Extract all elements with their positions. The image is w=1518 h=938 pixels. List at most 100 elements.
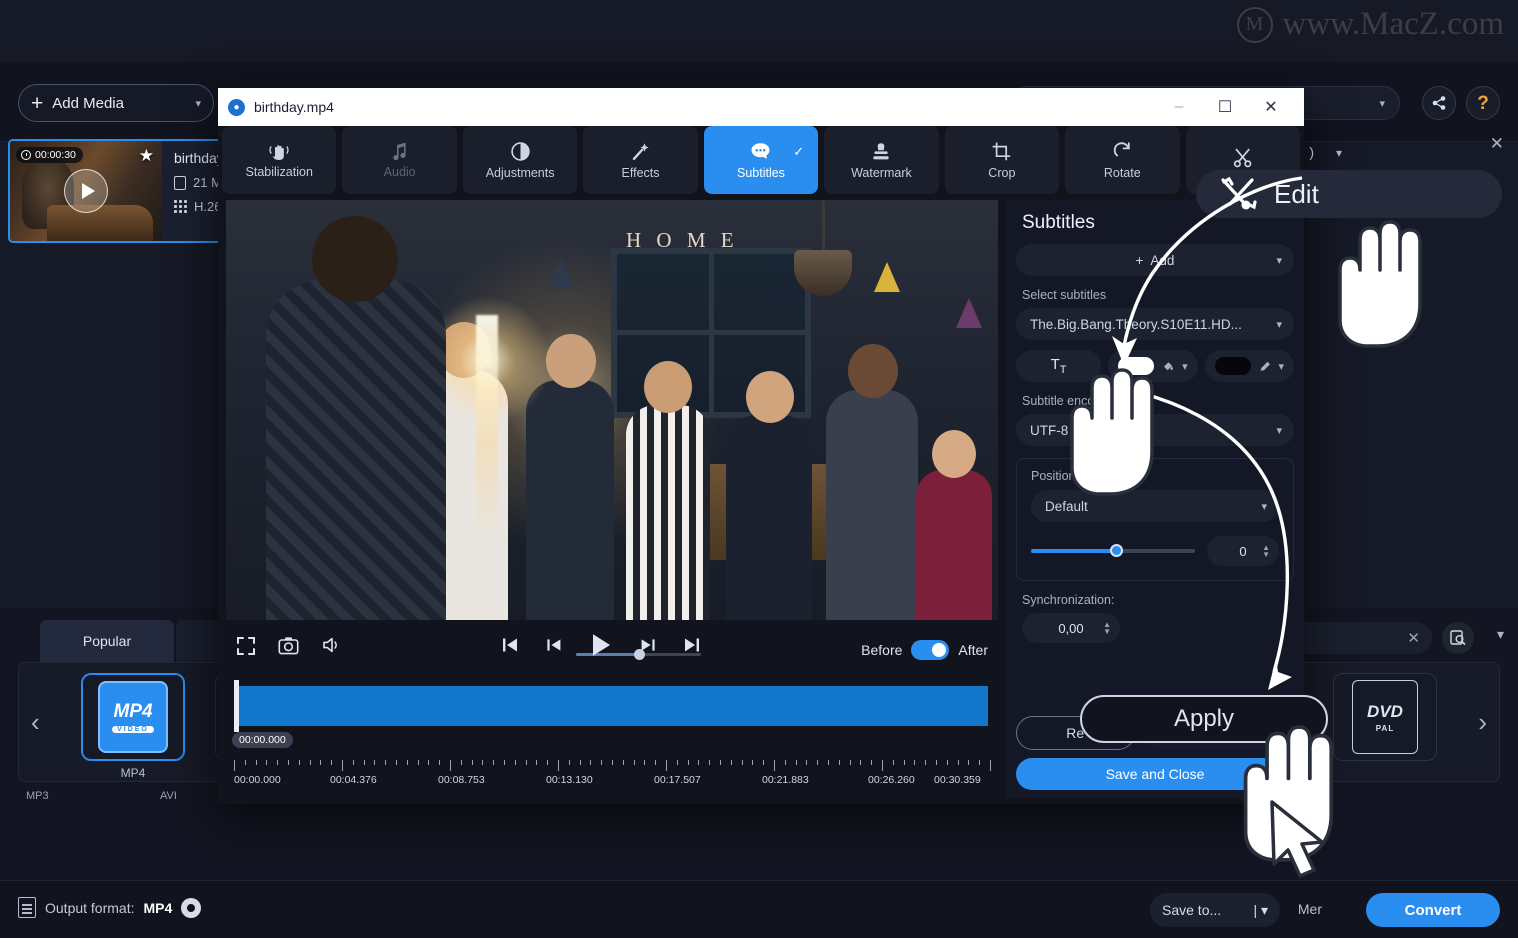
add-subtitles-button[interactable]: + Add ▾ (1016, 244, 1294, 276)
encoding-select[interactable]: UTF-8 ▾ (1016, 414, 1294, 446)
clear-search-icon[interactable]: ✕ (1407, 629, 1420, 647)
volume-icon (323, 637, 337, 653)
timeline-clip[interactable] (236, 686, 988, 726)
tool-effects[interactable]: Effects (583, 126, 698, 194)
tool-crop-label: Crop (988, 165, 1016, 180)
tool-effects-label: Effects (621, 165, 660, 180)
tool-stabilization[interactable]: Stabilization (222, 126, 337, 194)
crop-icon (992, 142, 1011, 160)
media-thumbnail[interactable]: 00:00:30 ★ (10, 141, 162, 241)
before-after-toggle-row: Before After (861, 640, 988, 660)
merge-label[interactable]: Mer (1298, 901, 1322, 917)
collapse-formats-icon[interactable]: ▾ (1497, 626, 1504, 643)
close-media-item-icon[interactable]: ✕ (1490, 134, 1504, 154)
video-preview[interactable]: H O M E (226, 200, 998, 620)
chevron-down-icon[interactable]: ▾ (1336, 146, 1342, 160)
truncated-text: ) (1309, 144, 1314, 160)
tool-audio-label: Audio (383, 165, 416, 179)
fill-color-button[interactable]: ▾ (1108, 350, 1198, 382)
tab-popular[interactable]: Popular (40, 620, 174, 662)
select-subtitles-label: Select subtitles (1022, 288, 1107, 302)
save-to-button[interactable]: Save to... | ▾ (1150, 893, 1280, 927)
gear-icon[interactable] (181, 897, 202, 918)
stepper-arrows-icon[interactable] (1262, 544, 1270, 558)
tool-rotate[interactable]: Rotate (1065, 126, 1180, 194)
timeline[interactable]: 00:00.000 00:00.000 00:04.376 00:08.753 … (226, 678, 998, 798)
share-button[interactable] (1422, 86, 1456, 120)
edit-window-title: birthday.mp4 (254, 99, 334, 115)
minimize-button[interactable]: – (1156, 88, 1202, 126)
tool-crop[interactable]: Crop (944, 126, 1060, 194)
skip-to-start-button[interactable] (501, 636, 519, 659)
play-button[interactable] (589, 632, 613, 663)
tool-watermark-label: Watermark (851, 165, 912, 180)
tool-adjustments[interactable]: Adjustments (462, 126, 578, 194)
position-slider-knob[interactable] (1109, 544, 1123, 557)
fmt-label-avi[interactable]: AVI (160, 790, 177, 802)
next-frame-button[interactable] (639, 636, 657, 659)
close-button[interactable]: ✕ (1248, 88, 1294, 126)
before-label: Before (861, 642, 903, 658)
macz-logo-icon: M (1236, 6, 1273, 43)
apply-callout[interactable]: Apply (1080, 695, 1328, 743)
stepper-arrows-icon[interactable] (1103, 621, 1111, 635)
mp4-video-icon: MP4 VIDEO (81, 673, 185, 761)
chevron-down-icon[interactable]: ▾ (1276, 424, 1282, 437)
position-offset-stepper[interactable]: 0 (1207, 536, 1279, 566)
carousel-prev-icon[interactable]: ‹ (31, 707, 40, 738)
preview-frame: H O M E (226, 200, 998, 620)
tick-label-0: 00:00.000 (234, 774, 281, 786)
carousel-next-icon[interactable]: › (1478, 707, 1487, 738)
tool-subtitles[interactable]: ✓ Subtitles (703, 126, 819, 194)
tool-audio[interactable]: Audio (342, 126, 457, 194)
sync-stepper[interactable]: 0,00 (1022, 613, 1120, 643)
timeline-playhead[interactable] (234, 680, 239, 732)
favorite-star-icon[interactable]: ★ (139, 147, 154, 164)
app-logo-icon: ● (228, 98, 245, 116)
play-overlay-button[interactable] (64, 169, 108, 213)
party-hat-icon (548, 258, 574, 288)
chevron-down-icon[interactable]: ▾ (1276, 318, 1282, 331)
output-format-row: Output format: MP4 (18, 897, 202, 918)
tool-watermark[interactable]: Watermark (824, 126, 939, 194)
fmt-label-mp3[interactable]: MP3 (26, 790, 49, 802)
macz-logo-letter: M (1245, 13, 1264, 35)
chevron-down-icon[interactable]: ▾ (1379, 97, 1385, 110)
position-slider[interactable] (1031, 544, 1195, 557)
add-media-button[interactable]: + Add Media ▾ (18, 84, 214, 122)
previous-frame-button[interactable] (545, 636, 563, 659)
save-and-close-button[interactable]: Save and Close (1016, 758, 1294, 790)
subtitles-select[interactable]: The.Big.Bang.Theory.S10E11.HD... ▾ (1016, 308, 1294, 340)
encoding-label: Subtitle encoding: (1022, 394, 1122, 408)
font-size-icon: TT (1050, 356, 1067, 376)
search-button[interactable] (1442, 622, 1474, 654)
before-after-toggle[interactable] (911, 640, 950, 660)
snapshot-button[interactable] (278, 636, 299, 660)
skip-to-end-button[interactable] (683, 636, 701, 659)
output-format-value: MP4 (143, 899, 173, 916)
chevron-down-icon[interactable]: ▾ (1182, 360, 1188, 373)
format-card-dvd[interactable]: DVD PAL (1333, 673, 1437, 766)
format-card-mp4[interactable]: MP4 VIDEO MP4 (81, 673, 185, 780)
fullscreen-button[interactable] (236, 636, 256, 661)
save-to-chevron[interactable]: | ▾ (1253, 902, 1268, 919)
scene-person (726, 371, 812, 620)
tick-label-2: 00:08.753 (438, 774, 485, 786)
chevron-down-icon[interactable]: ▾ (1261, 500, 1267, 513)
position-group: Position: Default ▾ 0 (1016, 458, 1294, 581)
maximize-button[interactable]: ☐ (1202, 88, 1248, 126)
help-button[interactable]: ? (1466, 86, 1500, 120)
chevron-down-icon[interactable]: ▾ (1276, 254, 1282, 267)
chevron-down-icon[interactable]: ▾ (1279, 360, 1285, 373)
audio-note-icon (393, 143, 406, 161)
output-file-icon (18, 897, 36, 918)
tick-label-1: 00:04.376 (330, 774, 377, 786)
position-select[interactable]: Default ▾ (1031, 490, 1279, 522)
scene-person (626, 361, 710, 620)
outline-color-button[interactable]: ▾ (1204, 350, 1294, 382)
sync-value: 0,00 (1058, 620, 1084, 636)
chevron-down-icon[interactable]: ▾ (195, 97, 201, 110)
convert-button[interactable]: Convert (1366, 893, 1500, 927)
volume-button[interactable] (322, 636, 342, 659)
font-size-button[interactable]: TT (1016, 350, 1102, 382)
